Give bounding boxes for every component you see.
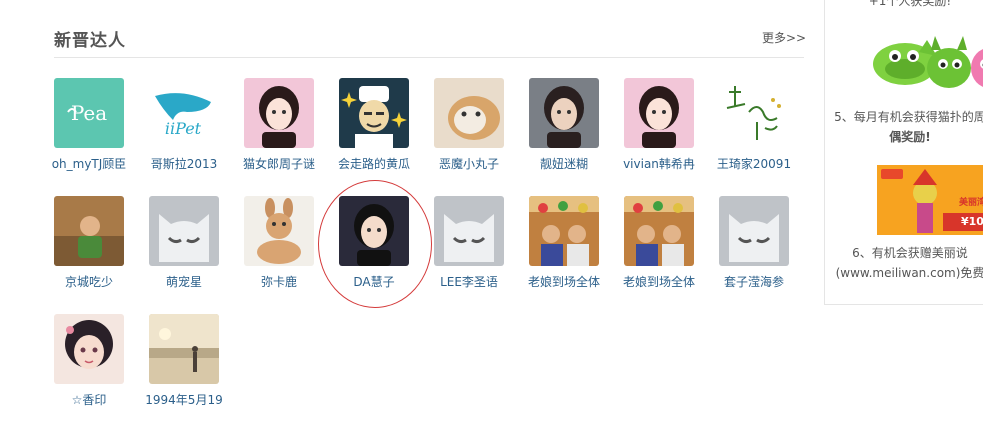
user-name-link[interactable]: 哥斯拉2013 bbox=[137, 155, 231, 172]
user-name-link[interactable]: 靓妞迷糊 bbox=[517, 155, 611, 172]
default-cat-avatar[interactable] bbox=[434, 196, 504, 266]
chef-cartoon-avatar[interactable] bbox=[339, 78, 409, 148]
person-photo-avatar[interactable] bbox=[244, 78, 314, 148]
user-card[interactable]: vivian韩希冉 bbox=[623, 78, 719, 178]
user-card[interactable]: 王琦家20091 bbox=[717, 78, 814, 178]
svg-text:Pea: Pea bbox=[71, 101, 107, 125]
group-photo-avatar[interactable] bbox=[624, 196, 694, 266]
user-card[interactable]: 猫女郎周子谜 bbox=[243, 78, 339, 178]
mascot-group-image bbox=[871, 34, 983, 90]
user-card[interactable]: 套子滢海参 bbox=[719, 196, 814, 296]
child-photo-avatar[interactable] bbox=[54, 196, 124, 266]
sidebar-item-6-line2: (www.meiliwan.com)免费 bbox=[835, 266, 983, 280]
sidebar-item-6-line1: 6、有机会获赠美丽说 bbox=[852, 246, 968, 260]
user-card[interactable]: 京城吃少 bbox=[54, 196, 149, 296]
iipet-logo-avatar[interactable]: iiPet bbox=[149, 78, 219, 148]
user-grid: Pea oh_myTJ顾臣 iiPet 哥斯拉2013 猫女郎周子谜 会走路的黄瓜 恶魔小丸… bbox=[0, 0, 820, 421]
handwriting-avatar[interactable] bbox=[719, 78, 789, 148]
user-card[interactable]: ☆香印 bbox=[54, 314, 149, 414]
user-name-link[interactable]: 弥卡鹿 bbox=[232, 273, 326, 290]
sidebar-top-text: +1个人获奖励! bbox=[868, 0, 952, 8]
cat-photo-avatar[interactable] bbox=[434, 78, 504, 148]
user-name-link[interactable]: 套子滢海参 bbox=[707, 273, 801, 290]
user-card[interactable]: 萌宠星 bbox=[149, 196, 244, 296]
gift-card-label: 美丽湾礼品卡 bbox=[959, 198, 983, 208]
user-name-link[interactable]: 老娘到场全体 bbox=[612, 273, 706, 290]
user-card[interactable]: Pea oh_myTJ顾臣 bbox=[52, 78, 149, 178]
user-name-link[interactable]: oh_myTJ顾臣 bbox=[42, 155, 136, 172]
default-cat-avatar[interactable] bbox=[149, 196, 219, 266]
user-card[interactable]: 靓妞迷糊 bbox=[529, 78, 624, 178]
user-name-link[interactable]: vivian韩希冉 bbox=[612, 155, 706, 172]
user-name-link[interactable]: ☆香印 bbox=[42, 391, 136, 408]
user-name-link[interactable]: DA慧子 bbox=[327, 273, 421, 290]
user-name-link[interactable]: 萌宠星 bbox=[137, 273, 231, 290]
user-card[interactable]: DA慧子 bbox=[339, 196, 434, 296]
gift-card-value: ¥100 bbox=[961, 215, 983, 228]
user-card[interactable]: 1994年5月19 bbox=[145, 314, 244, 414]
user-card[interactable]: iiPet 哥斯拉2013 bbox=[149, 78, 244, 178]
user-name-link[interactable]: 猫女郎周子谜 bbox=[232, 155, 326, 172]
person-photo-avatar[interactable] bbox=[624, 78, 694, 148]
user-name-link[interactable]: 会走路的黄瓜 bbox=[327, 155, 421, 172]
sidebar-item-5-line2: 偶奖励! bbox=[889, 130, 931, 144]
gift-card-image: 美丽湾礼品卡 ¥100 bbox=[877, 165, 983, 235]
user-name-link[interactable]: 老娘到场全体 bbox=[517, 273, 611, 290]
user-card[interactable]: LEE李圣语 bbox=[434, 196, 529, 296]
group-photo-avatar[interactable] bbox=[529, 196, 599, 266]
pea-logo-avatar[interactable]: Pea bbox=[54, 78, 124, 148]
page-root: 新晋达人 更多>> Pea oh_myTJ顾臣 iiPet 哥斯拉2013 猫女郎周子谜… bbox=[0, 0, 983, 421]
sidebar-item-5-line1: 5、每月有机会获得猫扑的周 bbox=[834, 110, 983, 124]
default-cat-avatar[interactable] bbox=[719, 196, 789, 266]
deer-toy-avatar[interactable] bbox=[244, 196, 314, 266]
user-name-link[interactable]: 1994年5月19 bbox=[137, 391, 231, 408]
svg-text:iiPet: iiPet bbox=[165, 119, 202, 138]
user-name-link[interactable]: 王琦家20091 bbox=[707, 155, 801, 172]
user-name-link[interactable]: 恶魔小丸子 bbox=[422, 155, 516, 172]
user-card[interactable]: 老娘到场全体 bbox=[623, 196, 719, 296]
user-card[interactable]: 老娘到场全体 bbox=[528, 196, 624, 296]
anime-girl-avatar[interactable] bbox=[54, 314, 124, 384]
user-name-link[interactable]: 京城吃少 bbox=[42, 273, 136, 290]
user-name-link[interactable]: LEE李圣语 bbox=[422, 273, 516, 290]
beach-photo-avatar[interactable] bbox=[149, 314, 219, 384]
person-photo-avatar[interactable] bbox=[339, 196, 409, 266]
user-card[interactable]: 弥卡鹿 bbox=[244, 196, 339, 296]
right-sidebar: +1个人获奖励! 5、每月有机会获得猫扑的周 偶奖励! 美丽 ¥1 6、有机会获… bbox=[824, 0, 983, 305]
user-card[interactable]: 会走路的黄瓜 bbox=[338, 78, 434, 178]
user-card[interactable]: 恶魔小丸子 bbox=[434, 78, 529, 178]
person-photo-avatar[interactable] bbox=[529, 78, 599, 148]
